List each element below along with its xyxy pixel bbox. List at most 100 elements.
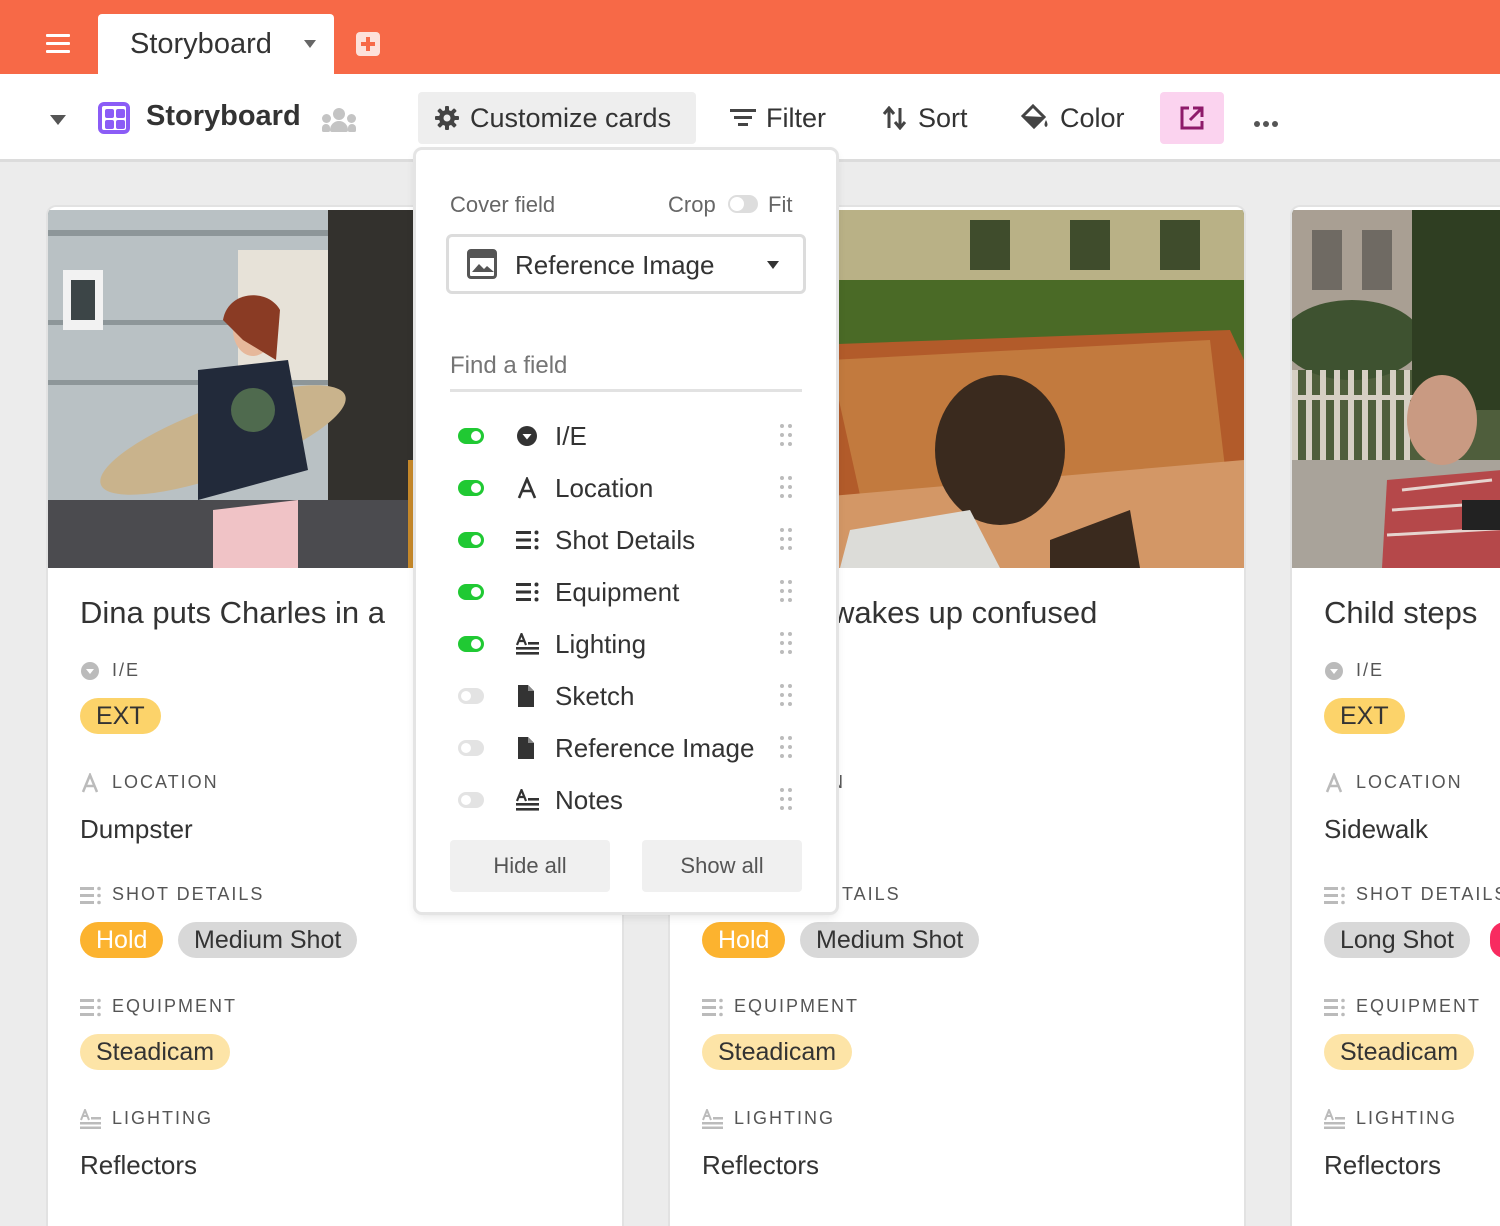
more-options-ellipsis-icon[interactable] xyxy=(1254,114,1284,127)
multi-select-icon xyxy=(702,997,724,1017)
field-visibility-toggle[interactable] xyxy=(458,792,484,808)
customize-cards-popover: Cover field Crop Fit Reference Image I/E… xyxy=(416,150,836,912)
sort-button[interactable]: Sort xyxy=(882,92,968,144)
multi-select-icon xyxy=(80,885,102,905)
location-value: Dumpster xyxy=(80,814,193,844)
hide-all-button[interactable]: Hide all xyxy=(450,840,610,892)
view-name[interactable]: Storyboard xyxy=(146,100,301,133)
field-row[interactable]: Location xyxy=(456,468,796,508)
show-all-button[interactable]: Show all xyxy=(642,840,802,892)
long-text-icon xyxy=(80,1106,102,1129)
cover-image xyxy=(1292,210,1500,568)
multi-select-icon xyxy=(80,997,102,1017)
drag-handle-icon[interactable] xyxy=(780,788,792,812)
field-row[interactable]: Equipment xyxy=(456,572,796,612)
shot-detail-pill: Medium Shot xyxy=(178,922,358,958)
drag-handle-icon[interactable] xyxy=(780,684,792,708)
field-row[interactable]: Shot Details xyxy=(456,520,796,560)
long-text-icon xyxy=(515,787,539,811)
shot-detail-pill: Medium Shot xyxy=(800,922,980,958)
drag-handle-icon[interactable] xyxy=(780,632,792,656)
lighting-value: Reflectors xyxy=(702,1150,820,1180)
drag-handle-icon[interactable] xyxy=(780,528,792,552)
drag-handle-icon[interactable] xyxy=(780,736,792,760)
drag-handle-icon[interactable] xyxy=(780,580,792,604)
field-row-label: Reference Image xyxy=(555,733,755,763)
text-field-icon xyxy=(1324,771,1346,793)
add-tab-plus-icon[interactable] xyxy=(356,32,380,56)
field-label-equipment: EQUIPMENT xyxy=(80,996,237,1017)
drag-handle-icon[interactable] xyxy=(780,476,792,500)
view-toolbar: Storyboard Customize cards Filter Sort C… xyxy=(0,74,1500,162)
field-row-label: Location xyxy=(555,473,654,503)
field-visibility-toggle[interactable] xyxy=(458,636,484,652)
field-row-label: Notes xyxy=(555,785,623,815)
text-field-icon xyxy=(80,771,102,793)
field-visibility-toggle[interactable] xyxy=(458,688,484,704)
field-visibility-toggle[interactable] xyxy=(458,480,484,496)
multi-select-icon xyxy=(516,529,539,551)
single-select-icon xyxy=(80,661,102,681)
cover-field-select[interactable]: Reference Image xyxy=(446,234,806,294)
attachment-icon xyxy=(516,685,538,707)
top-bar: Storyboard xyxy=(0,0,1500,74)
field-row[interactable]: Reference Image xyxy=(456,728,796,768)
field-row[interactable]: Sketch xyxy=(456,676,796,716)
field-visibility-toggle[interactable] xyxy=(458,740,484,756)
long-text-icon xyxy=(702,1106,724,1129)
color-label: Color xyxy=(1060,102,1125,133)
filter-button[interactable]: Filter xyxy=(730,92,826,144)
field-label-ie: I/E xyxy=(1324,660,1384,681)
color-button[interactable]: Color xyxy=(1020,92,1125,144)
fit-label[interactable]: Fit xyxy=(768,192,792,218)
shot-detail-pill: Long Shot xyxy=(1324,922,1470,958)
customize-cards-button[interactable]: Customize cards xyxy=(418,92,696,144)
field-label-location: LOCATION xyxy=(80,771,219,793)
drag-handle-icon[interactable] xyxy=(780,424,792,448)
shot-detail-pill: Hold xyxy=(80,922,164,958)
shot-detail-pill-overflow xyxy=(1490,922,1500,958)
long-text-icon xyxy=(1324,1106,1346,1129)
equipment-pill: Steadicam xyxy=(702,1034,853,1070)
view-switcher-caret-icon[interactable] xyxy=(50,115,66,125)
field-row-label: Sketch xyxy=(555,681,635,711)
ie-value-pill: EXT xyxy=(80,698,161,734)
field-label-location: LOCATION xyxy=(1324,771,1463,793)
field-visibility-toggle[interactable] xyxy=(458,532,484,548)
field-visibility-toggle[interactable] xyxy=(458,584,484,600)
hamburger-menu-icon[interactable] xyxy=(46,34,70,54)
image-field-icon xyxy=(467,249,497,279)
attachment-icon xyxy=(516,737,538,759)
multi-select-icon xyxy=(516,581,539,603)
field-row-label: Lighting xyxy=(555,629,647,659)
crop-fit-toggle[interactable] xyxy=(728,195,758,213)
share-external-link-icon xyxy=(1180,106,1204,130)
field-row[interactable]: Lighting xyxy=(456,624,796,664)
tab-label: Storyboard xyxy=(130,28,272,60)
card-title: wakes up confused xyxy=(832,595,1098,630)
text-icon xyxy=(516,475,538,499)
field-label-ie: I/E xyxy=(80,660,140,681)
equipment-pill: Steadicam xyxy=(1324,1034,1475,1070)
long-text-icon xyxy=(515,631,539,655)
field-row[interactable]: Notes xyxy=(456,780,796,820)
filter-label: Filter xyxy=(766,102,826,133)
crop-label[interactable]: Crop xyxy=(668,192,716,218)
share-view-button[interactable] xyxy=(1160,92,1224,144)
record-card[interactable]: Child steps I/E EXT LOCATION Sidewalk SH… xyxy=(1292,207,1500,1226)
field-label-shot-details-partial: TAILS xyxy=(842,884,901,904)
cover-field-value: Reference Image xyxy=(515,250,715,280)
sort-label: Sort xyxy=(918,102,968,133)
lighting-value: Reflectors xyxy=(80,1150,198,1180)
find-field-input[interactable] xyxy=(450,340,802,392)
field-label-lighting: LIGHTING xyxy=(1324,1106,1457,1129)
tab-caret-down-icon[interactable] xyxy=(304,40,316,48)
customize-cards-label: Customize cards xyxy=(470,102,672,133)
tab-storyboard[interactable]: Storyboard xyxy=(98,14,334,74)
ie-value-pill: EXT xyxy=(1324,698,1405,734)
field-label-shot-details: SHOT DETAILS xyxy=(80,884,264,905)
field-visibility-toggle[interactable] xyxy=(458,428,484,444)
field-row[interactable]: I/E xyxy=(456,416,796,456)
single-select-icon xyxy=(1324,661,1346,681)
card-title: Child steps xyxy=(1324,595,1478,630)
